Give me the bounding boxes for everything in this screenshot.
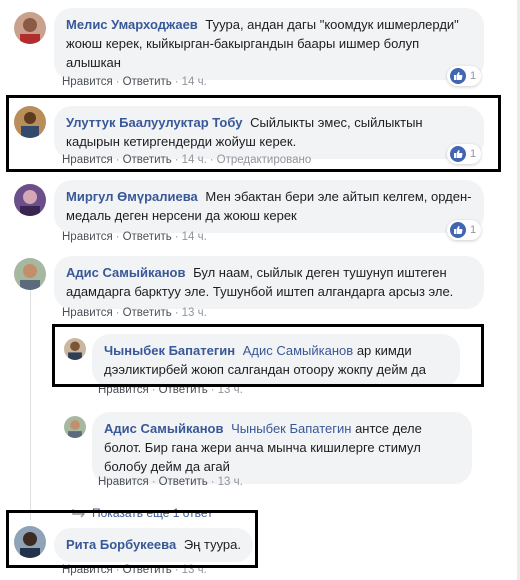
comment-ulutuk: Улуттук Баалуулуктар Тобу Сыйлыкты эмес,… (0, 92, 520, 176)
reaction-number: 1 (470, 224, 477, 236)
comment-rita: Рита Борбукеева Эң туура. Нравится · Ответ… (0, 520, 520, 580)
reply-author[interactable]: Чыныбек Бапатегин (104, 343, 235, 358)
reply-link[interactable]: Ответить (123, 154, 172, 166)
reply-mention[interactable]: Адис Самыйканов (243, 343, 353, 358)
reply-actions: Нравится · Ответить · 13 ч. (98, 384, 243, 396)
show-more-label[interactable]: Показать еще 1 ответ (92, 506, 213, 520)
reply-bubble: Адис Самыйканов Чыныбек Бапатегин антсе … (92, 412, 472, 484)
comment-time[interactable]: 14 ч. (182, 76, 207, 88)
reaction-number: 1 (470, 148, 477, 160)
comment-author[interactable]: Рита Борбукеева (66, 537, 176, 552)
reaction-count[interactable]: 1 (447, 66, 482, 86)
reply-mention[interactable]: Чыныбек Бапатегин (231, 421, 351, 436)
comment-actions: Нравится · Ответить · 14 ч. (62, 76, 207, 88)
comment-mirgul: Миргул Өмүралиева Мен эбактан бери эле а… (0, 176, 520, 252)
comment-actions: Нравится · Ответить · 14 ч. (62, 231, 207, 243)
reaction-count[interactable]: 1 (447, 220, 482, 240)
reply-time[interactable]: 13 ч. (218, 384, 243, 396)
comment-time[interactable]: 13 ч. (182, 564, 207, 576)
like-link[interactable]: Нравится (62, 76, 113, 88)
comment-time[interactable]: 14 ч. (182, 154, 207, 166)
like-link[interactable]: Нравится (98, 384, 149, 396)
reaction-count[interactable]: 1 (447, 144, 482, 164)
avatar[interactable] (14, 526, 46, 558)
avatar[interactable] (14, 106, 46, 138)
avatar[interactable] (14, 184, 46, 216)
thumbs-up-icon (450, 222, 466, 238)
comment-author[interactable]: Миргул Өмүралиева (66, 189, 198, 204)
reply-adis: Адис Самыйканов Чыныбек Бапатегин антсе … (0, 404, 520, 496)
comment-author[interactable]: Мелис Умарходжаев (66, 17, 198, 32)
show-more-replies-link[interactable]: Показать еще 1 ответ (72, 506, 213, 520)
comment-author[interactable]: Улуттук Баалуулуктар Тобу (66, 115, 242, 130)
like-link[interactable]: Нравится (62, 154, 113, 166)
thumbs-up-icon (450, 68, 466, 84)
reply-chynybek: Чыныбек Бапатегин Адис Самыйканов ар ким… (0, 324, 520, 396)
reply-author[interactable]: Адис Самыйканов (104, 421, 223, 436)
comment-author[interactable]: Адис Самыйканов (66, 265, 185, 280)
like-link[interactable]: Нравится (98, 476, 149, 488)
avatar[interactable] (64, 416, 86, 438)
comment-text: Эң туура. (183, 537, 241, 552)
reply-link[interactable]: Ответить (123, 76, 172, 88)
like-link[interactable]: Нравится (62, 307, 113, 319)
reply-bubble: Чыныбек Бапатегин Адис Самыйканов ар ким… (92, 334, 460, 387)
reply-actions: Нравится · Ответить · 13 ч. (98, 476, 243, 488)
reply-link[interactable]: Ответить (123, 564, 172, 576)
thumbs-up-icon (450, 146, 466, 162)
comment-bubble: Рита Борбукеева Эң туура. (54, 528, 253, 562)
edited-label[interactable]: Отредактировано (217, 154, 312, 166)
comment-bubble: Миргул Өмүралиева Мен эбактан бери эле а… (54, 180, 484, 233)
reply-link[interactable]: Ответить (123, 231, 172, 243)
comment-bubble: Адис Самыйканов Бул наам, сыйлык деген т… (54, 256, 484, 309)
comment-bubble: Улуттук Баалуулуктар Тобу Сыйлыкты эмес,… (54, 106, 484, 159)
avatar[interactable] (14, 258, 46, 290)
comment-actions: Нравится · Ответить · 13 ч. (62, 307, 207, 319)
comment-actions: Нравится · Ответить · 13 ч. (62, 564, 207, 576)
avatar[interactable] (64, 338, 86, 360)
comment-melis: Мелис Умарходжаев Туура, андан дагы "коо… (0, 0, 520, 92)
avatar[interactable] (14, 12, 46, 44)
comment-time[interactable]: 14 ч. (182, 231, 207, 243)
like-link[interactable]: Нравится (62, 231, 113, 243)
comment-time[interactable]: 13 ч. (182, 307, 207, 319)
reply-arrow-icon (72, 509, 85, 518)
comment-adis: Адис Самыйканов Бул наам, сыйлык деген т… (0, 252, 520, 324)
reply-time[interactable]: 13 ч. (218, 476, 243, 488)
like-link[interactable]: Нравится (62, 564, 113, 576)
reply-link[interactable]: Ответить (159, 384, 208, 396)
reply-link[interactable]: Ответить (123, 307, 172, 319)
reaction-number: 1 (470, 70, 477, 82)
reply-link[interactable]: Ответить (159, 476, 208, 488)
comment-bubble: Мелис Умарходжаев Туура, андан дагы "коо… (54, 8, 484, 80)
comment-actions: Нравится · Ответить · 14 ч. · Отредактировано (62, 154, 312, 166)
